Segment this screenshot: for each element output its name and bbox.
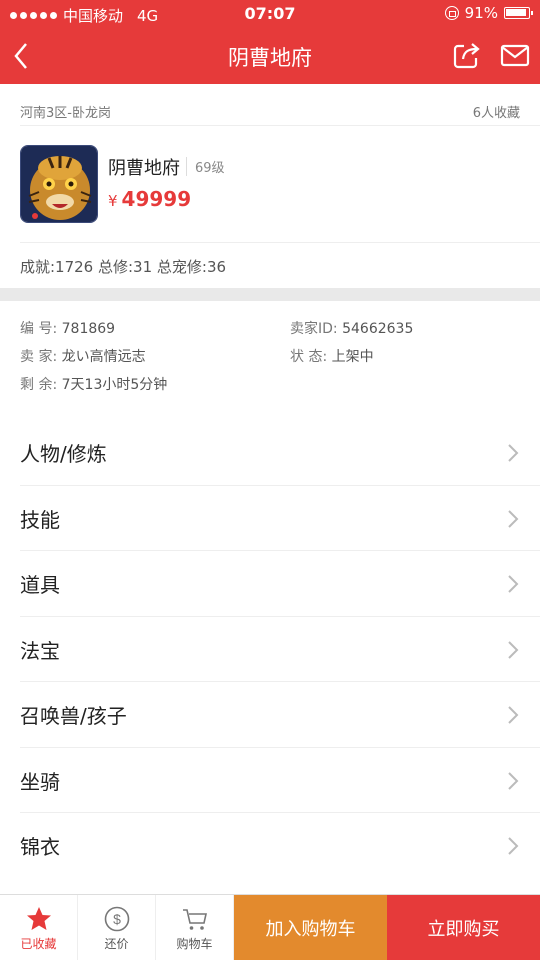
chevron-right-icon [508, 837, 519, 855]
rotation-lock-icon [444, 6, 459, 20]
character-name: 阴曹地府 [108, 158, 180, 179]
cart-button[interactable]: 购物车 [156, 895, 234, 960]
chevron-right-icon [508, 640, 519, 659]
price-value: 49999 [121, 187, 192, 211]
status-bar: 中国移动 4G 07:07 91% [0, 0, 540, 28]
region-row: 河南3区-卧龙岗 6人收藏 [20, 96, 520, 126]
chevron-right-icon [508, 706, 519, 724]
chevron-right-icon [508, 575, 519, 593]
menu-item-pets[interactable]: 召唤兽/孩子 [0, 682, 540, 748]
menu-item-label: 技能 [20, 507, 60, 532]
menu-item-outfits[interactable]: 锦衣 [0, 813, 540, 879]
remain-label: 剩 余: [20, 377, 58, 393]
star-icon [26, 907, 51, 930]
id-label: 编 号: [20, 321, 58, 337]
bottom-action-bar: 已收藏 $ 还价 购物车 加入购物车 立即购买 [0, 894, 540, 960]
share-icon[interactable] [452, 40, 482, 70]
menu-item-label: 道具 [20, 573, 60, 598]
character-stats: 成就:1726 总修:31 总宠修:36 [20, 258, 227, 276]
character-avatar [20, 145, 98, 223]
menu-item-items[interactable]: 道具 [0, 551, 540, 617]
divider [20, 242, 540, 243]
chevron-right-icon [508, 771, 519, 790]
status-label: 状 态: [290, 349, 328, 365]
menu-item-skills[interactable]: 技能 [0, 486, 540, 551]
chevron-right-icon [508, 509, 519, 528]
bargain-button[interactable]: $ 还价 [78, 895, 156, 960]
screen: 中国移动 4G 07:07 91% 阴曹地府 河南3区-卧龙岗 6人收藏 阴曹地… [0, 0, 540, 960]
seller-id-label: 卖家ID: [290, 321, 338, 337]
menu-item-character[interactable]: 人物/修炼 [0, 420, 540, 486]
favorite-label: 已收藏 [20, 937, 57, 951]
seller-id-value: 54662635 [342, 321, 414, 337]
menu-item-label: 召唤兽/孩子 [20, 704, 127, 729]
cart-label: 购物车 [176, 937, 213, 951]
battery-icon [504, 7, 533, 19]
menu-item-treasures[interactable]: 法宝 [0, 617, 540, 682]
currency-symbol: ¥ [108, 192, 118, 210]
id-value: 781869 [61, 321, 116, 337]
menu-item-label: 锦衣 [20, 835, 60, 860]
battery-percent: 91% [464, 4, 498, 22]
listing-status: 状 态: 上架中 [290, 346, 374, 366]
detail-menu: 人物/修炼 技能 道具 法宝 召唤兽/孩子 坐骑 锦衣 [0, 420, 540, 879]
mail-icon[interactable] [500, 40, 530, 70]
favorite-count: 6人收藏 [472, 105, 520, 121]
character-level: 69级 [186, 157, 225, 176]
info-row-2: 卖 家: 龙い高情远志 状 态: 上架中 [20, 346, 540, 366]
buy-now-button[interactable]: 立即购买 [387, 895, 540, 960]
svg-text:$: $ [113, 911, 121, 927]
add-to-cart-button[interactable]: 加入购物车 [234, 895, 387, 960]
dollar-circle-icon: $ [104, 906, 129, 932]
top-bar: 中国移动 4G 07:07 91% 阴曹地府 [0, 0, 540, 84]
remain-value: 7天13小时5分钟 [61, 377, 168, 393]
tiger-avatar-icon [21, 146, 97, 222]
seller-id: 卖家ID: 54662635 [290, 318, 413, 338]
menu-item-label: 法宝 [20, 638, 60, 663]
menu-item-label: 人物/修炼 [20, 442, 107, 467]
seller-value: 龙い高情远志 [61, 349, 146, 365]
nav-bar: 阴曹地府 [0, 28, 540, 84]
cart-icon [182, 909, 207, 930]
seller-label: 卖 家: [20, 349, 58, 365]
favorite-button[interactable]: 已收藏 [0, 895, 78, 960]
info-row-3: 剩 余: 7天13小时5分钟 [20, 374, 540, 394]
server-region: 河南3区-卧龙岗 [20, 105, 111, 121]
price: ¥49999 [108, 187, 191, 211]
menu-item-mounts[interactable]: 坐骑 [0, 748, 540, 813]
info-row-1: 编 号: 781869 卖家ID: 54662635 [20, 318, 540, 338]
bargain-label: 还价 [104, 937, 129, 951]
status-right: 91% [444, 4, 533, 22]
section-gap [0, 288, 540, 301]
chevron-right-icon [508, 444, 519, 462]
menu-item-label: 坐骑 [20, 769, 60, 794]
status-value: 上架中 [331, 349, 374, 365]
divider [20, 125, 540, 126]
